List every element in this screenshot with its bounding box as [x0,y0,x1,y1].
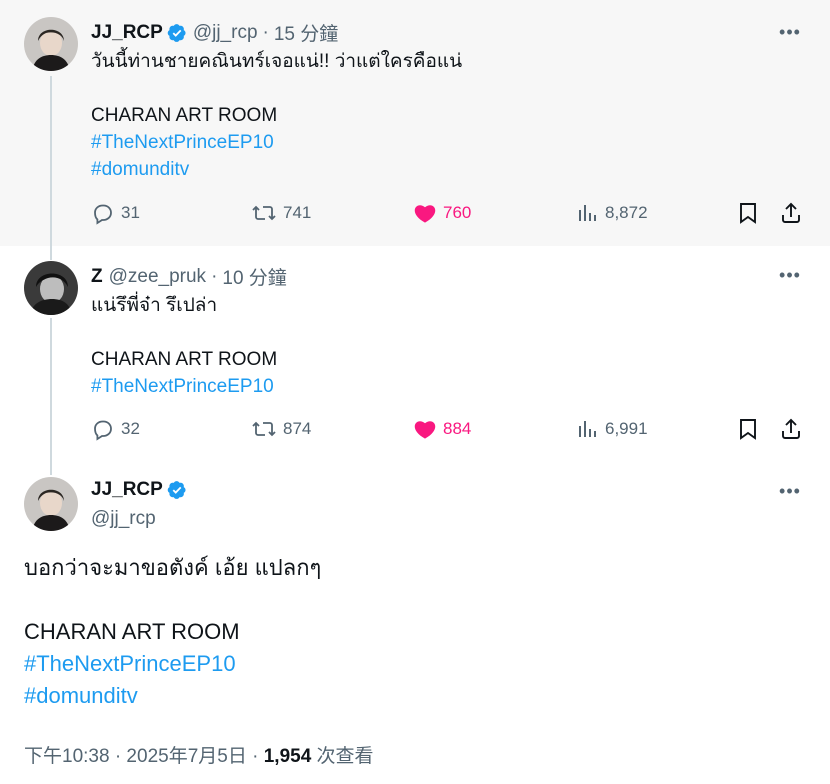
reply-count: 31 [121,203,140,222]
avatar[interactable] [24,261,78,315]
verified-badge-icon [167,23,187,43]
views-button[interactable]: 6,991 [575,417,648,441]
hashtag-link[interactable]: #domunditv [91,156,462,183]
avatar[interactable] [24,477,78,531]
post-timestamp[interactable]: 下午10:38 · 2025年7月5日 · [24,746,264,767]
views-count: 8,872 [605,203,648,222]
text-line: บอกว่าจะมาขอตังค์ เอ้ย แปลกๆ [24,555,322,580]
views-icon [579,421,596,437]
views-icon [579,205,596,221]
reply-icon [94,204,112,225]
action-bar: 32 874 884 6,991 [91,417,803,447]
like-count: 760 [443,203,472,222]
tweet-header: Z @zee_pruk · 10 分鐘 [91,263,287,290]
thread-line [50,318,52,461]
text-line: CHARAN ART ROOM [91,349,278,370]
verified-badge-icon [167,480,187,500]
hashtag-link[interactable]: #TheNextPrinceEP10 [91,373,277,400]
views-button[interactable]: 8,872 [575,201,648,225]
text-line: วันนี้ท่านชายคณินทร์เจอแน่!! ว่าแต่ใครคื… [91,51,463,72]
hashtag-link[interactable]: #TheNextPrinceEP10 [24,648,321,680]
tweet-header: JJ_RCP [91,479,193,501]
view-count: 1,954 [263,746,312,767]
like-count: 884 [443,419,472,438]
bookmark-icon[interactable] [737,201,759,225]
reply-button[interactable]: 32 [91,417,140,441]
handle[interactable]: @zee_pruk [109,266,206,288]
like-button[interactable]: 760 [413,201,471,225]
text-line: CHARAN ART ROOM [24,619,240,644]
avatar[interactable] [24,17,78,71]
repost-button[interactable]: 874 [251,417,311,441]
display-name[interactable]: JJ_RCP [91,22,163,44]
share-icon[interactable] [779,417,803,441]
handle[interactable]: @jj_rcp [91,508,156,530]
timestamp[interactable]: 15 分鐘 [274,19,338,46]
display-name[interactable]: JJ_RCP [91,479,163,501]
repost-count: 874 [283,419,312,438]
text-line: CHARAN ART ROOM [91,105,278,126]
reply-button[interactable]: 31 [91,201,140,225]
reply-icon [94,420,112,441]
tweet-header: JJ_RCP @jj_rcp · 15 分鐘 [91,19,338,46]
more-icon[interactable]: ••• [778,20,802,44]
tweet-meta: 下午10:38 · 2025年7月5日 · 1,954 次查看 [24,741,374,768]
more-icon[interactable]: ••• [778,263,802,287]
like-icon [414,205,436,223]
like-icon [414,421,436,439]
repost-button[interactable]: 741 [251,201,311,225]
tweet-2[interactable]: Z @zee_pruk · 10 分鐘 ••• แน่รึพี่จ๋า รึเป… [0,246,830,461]
hashtag-link[interactable]: #TheNextPrinceEP10 [91,129,462,156]
share-icon[interactable] [779,201,803,225]
action-bar: 31 741 760 8,872 [91,201,803,231]
tweet-text: วันนี้ท่านชายคณินทร์เจอแน่!! ว่าแต่ใครคื… [91,48,462,183]
main-tweet: JJ_RCP @jj_rcp ••• บอกว่าจะมาขอตังค์ เอ้… [0,461,830,784]
thread-line [50,76,52,246]
like-button[interactable]: 884 [413,417,471,441]
timestamp[interactable]: 10 分鐘 [222,263,286,290]
hashtag-link[interactable]: #domunditv [24,680,321,712]
reply-count: 32 [121,419,140,438]
separator-dot: · [211,265,218,287]
view-label: 次查看 [311,746,374,767]
thread-line [50,461,52,475]
handle[interactable]: @jj_rcp [193,22,258,44]
thread-line [50,246,52,260]
text-line: แน่รึพี่จ๋า รึเปล่า [91,295,218,316]
repost-icon [252,421,276,437]
separator-dot: · [262,21,269,43]
tweet-text: แน่รึพี่จ๋า รึเปล่า CHARAN ART ROOM #The… [91,292,277,400]
views-count: 6,991 [605,419,648,438]
tweet-text: บอกว่าจะมาขอตังค์ เอ้ย แปลกๆ CHARAN ART … [24,552,321,712]
display-name[interactable]: Z [91,266,103,288]
repost-icon [252,205,276,221]
more-icon[interactable]: ••• [778,479,802,503]
repost-count: 741 [283,203,312,222]
tweet-1[interactable]: JJ_RCP @jj_rcp · 15 分鐘 ••• วันนี้ท่านชาย… [0,0,830,246]
bookmark-icon[interactable] [737,417,759,441]
